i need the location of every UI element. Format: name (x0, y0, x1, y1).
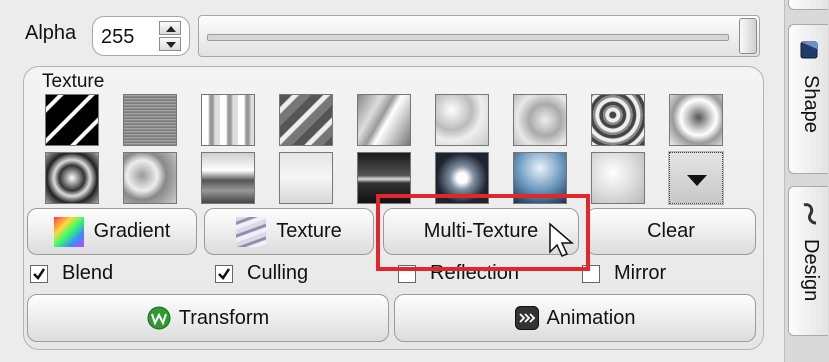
texture-thumb-water-ripple[interactable] (435, 94, 489, 146)
texture-icon (236, 216, 267, 247)
texture-group-title: Texture (42, 71, 105, 92)
arrow-up-icon (166, 26, 176, 32)
alpha-value[interactable]: 255 (101, 26, 134, 49)
texture-thumb-light-rays[interactable] (357, 94, 411, 146)
tab-shape[interactable]: Shape (788, 24, 828, 174)
checkmark-icon (218, 267, 231, 280)
gradient-icon (53, 216, 84, 247)
tab-design-label: Design (800, 239, 822, 302)
alpha-label: Alpha (25, 22, 77, 44)
texture-thumb-marble-swirl[interactable] (45, 152, 99, 204)
slider-thumb[interactable] (739, 18, 757, 54)
texture-thumb-water-ripple-2[interactable] (513, 94, 567, 146)
blend-checkbox-box[interactable] (30, 264, 48, 283)
side-tab-top[interactable] (788, 0, 828, 10)
spin-down-button[interactable] (159, 37, 181, 51)
texture-thumb-diagonal-stripes-light[interactable] (279, 94, 333, 146)
animation-button[interactable]: Animation (394, 294, 756, 342)
gradient-button[interactable]: Gradient (27, 208, 197, 255)
culling-checkbox-box[interactable] (215, 264, 233, 283)
shape-icon (800, 41, 818, 59)
texture-thumb-vertical-streaks[interactable] (201, 94, 255, 146)
clear-button-label: Clear (647, 220, 695, 242)
mouse-cursor-icon (549, 222, 575, 257)
transform-button-label: Transform (178, 306, 270, 329)
texture-thumb-fog-gradient[interactable] (279, 152, 333, 204)
mirror-label: Mirror (614, 262, 667, 284)
culling-checkbox[interactable]: Culling (215, 262, 308, 285)
gradient-button-label: Gradient (93, 220, 171, 242)
texture-thumb-noise-gray[interactable] (123, 94, 177, 146)
clear-button[interactable]: Clear (586, 208, 756, 255)
texture-button-label: Texture (276, 220, 342, 242)
slider-groove (207, 34, 729, 41)
checkmark-icon (33, 267, 46, 280)
alpha-slider[interactable] (198, 15, 760, 57)
texture-button[interactable]: Texture (204, 208, 374, 255)
mirror-checkbox[interactable]: Mirror (582, 262, 666, 285)
tab-shape-label: Shape (800, 75, 822, 133)
dropdown-arrow-icon (687, 175, 707, 186)
animation-icon (514, 306, 539, 330)
alpha-spinbox[interactable]: 255 (92, 16, 190, 56)
transform-button[interactable]: Transform (27, 294, 389, 342)
texture-thumb-crumpled-metal[interactable] (591, 94, 645, 146)
texture-thumb-caustics[interactable] (123, 152, 177, 204)
side-tab-bar: Shape Design (784, 0, 829, 362)
texture-thumb-sky-clouds[interactable] (201, 152, 255, 204)
arrow-down-icon (166, 42, 176, 48)
design-brush-icon (803, 203, 817, 225)
alpha-spinner (159, 21, 181, 51)
texture-thumb-liquid-metal[interactable] (669, 94, 723, 146)
blend-checkbox[interactable]: Blend (30, 262, 113, 285)
transform-icon (147, 306, 171, 330)
spin-up-button[interactable] (159, 21, 181, 35)
animation-button-label: Animation (546, 306, 636, 329)
blend-label: Blend (62, 262, 114, 284)
tab-design[interactable]: Design (788, 186, 828, 336)
texture-thumb-soft-glow[interactable] (591, 152, 645, 204)
properties-panel: Alpha 255 Texture Gradient Texture Multi… (0, 0, 784, 362)
culling-label: Culling (247, 262, 309, 284)
texture-more-dropdown[interactable] (668, 151, 724, 205)
texture-thumb-diagonal-stripes-dark[interactable] (45, 94, 99, 146)
